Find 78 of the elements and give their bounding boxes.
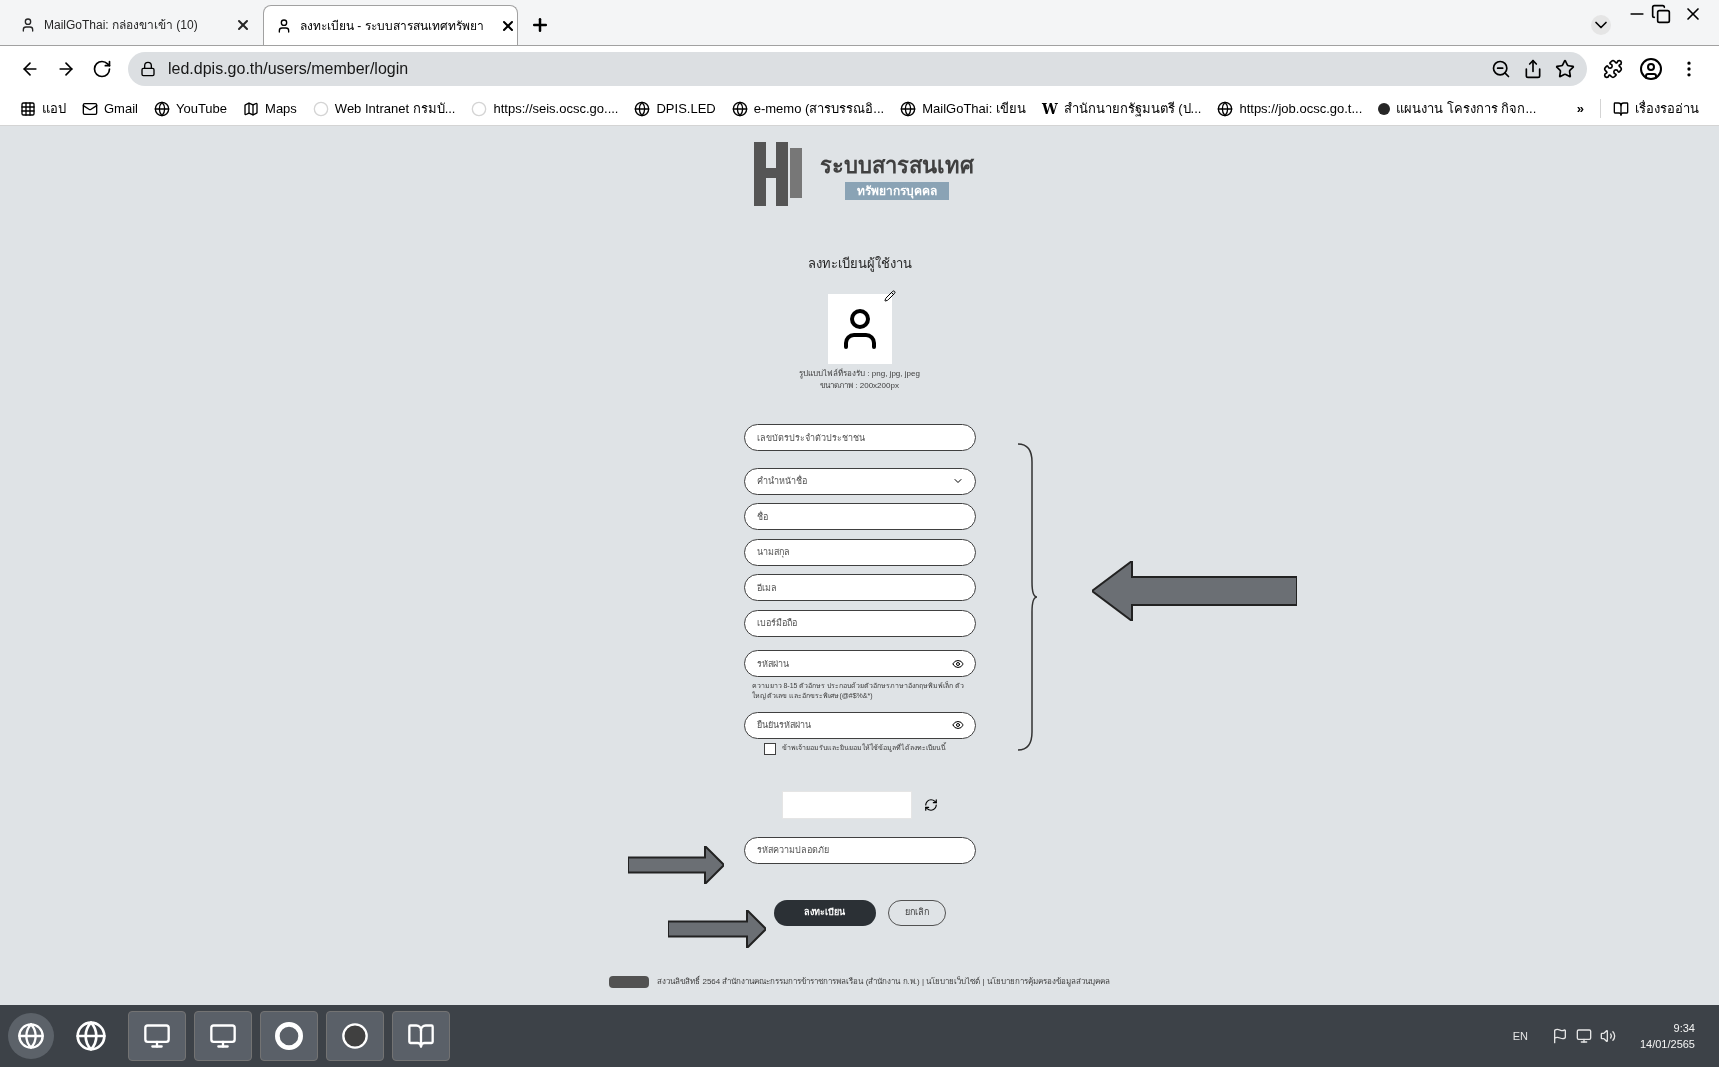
- language-indicator[interactable]: EN: [1512, 1027, 1528, 1045]
- circle-icon: [312, 100, 329, 117]
- form-heading: ลงทะเบียนผู้ใช้งาน: [807, 255, 912, 274]
- bookmark-item[interactable]: DPIS.LED: [634, 98, 716, 119]
- url-text: led.dpis.go.th/users/member/login: [168, 59, 410, 79]
- taskbar-app[interactable]: [392, 1011, 450, 1061]
- taskbar-app[interactable]: [326, 1011, 384, 1061]
- eye-icon[interactable]: [951, 719, 964, 731]
- register-button[interactable]: ลงทะเบียน: [773, 899, 876, 926]
- footer-text: สงวนลิขสิทธิ์ 2564 สำนักงานคณะกรรมการข้าราชการพลเรือน (สำนักงาน ก.พ.) | นโยบายเว็บไซต์ | นโยบายการคุ้มครองข้อมูลส่วนบุคคล: [657, 975, 1110, 988]
- person-icon: [276, 17, 292, 34]
- start-button[interactable]: [8, 1013, 54, 1059]
- input-field[interactable]: นามสกุล: [743, 538, 976, 566]
- w-letter-icon: W: [1041, 98, 1058, 119]
- star-icon[interactable]: [1555, 59, 1575, 79]
- taskbar-app[interactable]: [194, 1011, 252, 1061]
- taskbar-app[interactable]: [128, 1011, 186, 1061]
- lock-icon: [140, 61, 156, 77]
- browser-tab[interactable]: MailGoThai: กล่องขาเข้า (10): [8, 5, 263, 45]
- flag-icon[interactable]: [1551, 1028, 1568, 1044]
- logo-title: ระบบสารสนเทศ: [819, 151, 974, 180]
- taskbar-app[interactable]: [260, 1011, 318, 1061]
- select-field[interactable]: คำนำหน้าชื่อ: [743, 467, 976, 495]
- eye-icon[interactable]: [951, 657, 964, 670]
- bookmark-item[interactable]: Web Intranet กรมบั...: [312, 98, 456, 119]
- tab-title: ลงทะเบียน - ระบบสารสนเทศทรัพยา: [300, 17, 484, 35]
- input-field[interactable]: อีเมล: [743, 574, 976, 601]
- bookmark-item[interactable]: e-memo (สารบรรณอิ...: [731, 98, 885, 119]
- person-icon: [20, 17, 36, 33]
- bookmark-item[interactable]: แอป: [20, 98, 66, 119]
- bookmarks-overflow[interactable]: »: [1576, 98, 1584, 119]
- volume-icon[interactable]: [1599, 1028, 1616, 1044]
- bookmark-item[interactable]: MailGoThai: เขียน: [900, 98, 1026, 119]
- bookmark-item[interactable]: Maps: [243, 98, 297, 119]
- restore-icon[interactable]: [1651, 4, 1671, 24]
- bookmark-item[interactable]: https://seis.ocsc.go....: [471, 98, 619, 119]
- bookmark-item[interactable]: W สำนักนายกรัฐมนตรี (ป...: [1041, 98, 1202, 119]
- zoom-icon[interactable]: [1491, 59, 1511, 79]
- ocsc-logo-icon: [609, 975, 650, 988]
- clock[interactable]: 9:34 14/01/2565: [1639, 1019, 1695, 1053]
- globe-icon: [900, 100, 917, 117]
- input-field[interactable]: รหัสผ่าน: [743, 650, 976, 677]
- circle-icon: [471, 100, 488, 117]
- input-field[interactable]: เบอร์มือถือ: [743, 609, 976, 637]
- globe-icon: [1217, 100, 1234, 117]
- input-field[interactable]: รหัสความปลอดภัย: [743, 836, 976, 864]
- input-field[interactable]: ยืนยันรหัสผ่าน: [743, 711, 976, 739]
- bookmark-item[interactable]: Gmail: [82, 98, 138, 119]
- input-field[interactable]: ชื่อ: [743, 503, 976, 530]
- photo-hint: รูปแบบไฟล์ที่รองรับ : png, jpg, jpeg: [799, 367, 920, 380]
- bookmark-item[interactable]: https://job.ocsc.go.t...: [1217, 98, 1363, 119]
- globe-icon: [731, 100, 748, 117]
- map-icon: [243, 100, 260, 117]
- consent-checkbox[interactable]: [763, 742, 776, 755]
- browser-tab[interactable]: ลงทะเบียน - ระบบสารสนเทศทรัพยา: [263, 5, 518, 45]
- new-tab-icon[interactable]: [530, 15, 550, 35]
- profile-icon[interactable]: [1639, 57, 1663, 81]
- reading-list-button[interactable]: เรื่องรออ่าน: [1600, 98, 1699, 119]
- bookmark-item[interactable]: แผนงาน โครงการ กิจก...: [1378, 98, 1537, 119]
- close-icon[interactable]: [235, 17, 251, 33]
- apps-icon: [20, 100, 36, 117]
- share-icon[interactable]: [1523, 59, 1543, 79]
- network-icon[interactable]: [1575, 1028, 1592, 1044]
- logo-subtitle: ทรัพยากรบุคคล: [844, 181, 949, 200]
- input-field[interactable]: เลขบัตรประจำตัวประชาชน: [743, 424, 976, 451]
- reading-list-icon: [1613, 100, 1629, 117]
- mail-icon: [82, 100, 98, 117]
- edit-icon[interactable]: [883, 289, 896, 302]
- bookmark-item[interactable]: YouTube: [153, 98, 228, 119]
- globe-icon: [634, 100, 651, 117]
- tab-search-icon[interactable]: [1591, 15, 1611, 35]
- globe-icon: [153, 100, 170, 117]
- refresh-icon[interactable]: [923, 797, 938, 812]
- reload-icon[interactable]: [92, 59, 112, 79]
- tab-title: MailGoThai: กล่องขาเข้า (10): [44, 17, 198, 34]
- photo-hint: ขนาดภาพ : 200x200px: [820, 379, 899, 392]
- extensions-icon[interactable]: [1603, 59, 1623, 79]
- address-bar[interactable]: led.dpis.go.th/users/member/login: [128, 52, 1587, 86]
